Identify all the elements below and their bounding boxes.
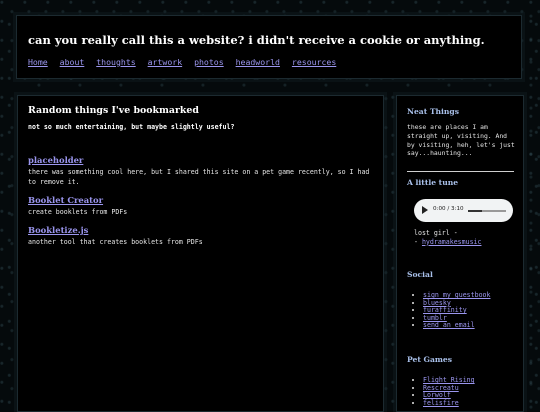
player-time: 0:00 / 3:10 bbox=[433, 206, 464, 212]
pet-games-heading: Pet Games bbox=[407, 355, 453, 364]
email-link[interactable]: send an email bbox=[423, 321, 475, 330]
nav-headworld[interactable]: headworld bbox=[236, 57, 280, 67]
felisfire-link[interactable]: felisfire bbox=[423, 399, 459, 407]
nav-home[interactable]: Home bbox=[28, 57, 48, 67]
social-links: sign my guestbook bluesky furaffinity tu… bbox=[407, 291, 491, 330]
song-credit: lost girl - - hydramakesmusic bbox=[414, 229, 482, 246]
site-title: can you really call this a website? i di… bbox=[28, 33, 485, 47]
list-item: felisfire bbox=[423, 399, 475, 408]
tune-heading: A little tune bbox=[407, 178, 459, 187]
bookmark-link[interactable]: Booklet Creator bbox=[28, 195, 373, 205]
nav-thoughts[interactable]: thoughts bbox=[96, 57, 135, 67]
play-icon[interactable] bbox=[422, 206, 428, 214]
volume-slider[interactable] bbox=[468, 210, 506, 212]
song-artist-link[interactable]: hydramakesmusic bbox=[422, 238, 482, 246]
main-nav: Home about thoughts artwork photos headw… bbox=[28, 57, 343, 67]
bookmark-entry: placeholder there was something cool her… bbox=[28, 155, 373, 187]
sidebar: Neat Things these are places I am straig… bbox=[396, 95, 524, 412]
nav-artwork[interactable]: artwork bbox=[148, 57, 183, 67]
nav-photos[interactable]: photos bbox=[194, 57, 224, 67]
page-subheading: not so much entertaining, but maybe slig… bbox=[28, 123, 235, 131]
pet-games-links: Flight Rising Rescreatu Lorwolf felisfir… bbox=[407, 376, 475, 408]
divider bbox=[407, 171, 514, 172]
nav-resources[interactable]: resources bbox=[292, 57, 336, 67]
neat-things-heading: Neat Things bbox=[407, 107, 460, 116]
neat-things-text: these are places I am straight up, visit… bbox=[407, 123, 515, 158]
bookmark-entry: Bookletize.js another tool that creates … bbox=[28, 225, 373, 247]
list-item: send an email bbox=[423, 322, 491, 330]
song-title: lost girl - bbox=[414, 229, 458, 237]
nav-about[interactable]: about bbox=[60, 57, 85, 67]
bookmark-link[interactable]: placeholder bbox=[28, 155, 373, 165]
bookmark-description: create booklets from PDFs bbox=[28, 208, 128, 216]
main-content: Random things I've bookmarked not so muc… bbox=[17, 95, 384, 412]
bookmark-link[interactable]: Bookletize.js bbox=[28, 225, 373, 235]
page-heading: Random things I've bookmarked bbox=[28, 105, 199, 116]
bookmark-entry: Booklet Creator create booklets from PDF… bbox=[28, 195, 373, 217]
social-heading: Social bbox=[407, 270, 433, 279]
bookmark-description: another tool that creates booklets from … bbox=[28, 238, 203, 246]
site-header: can you really call this a website? i di… bbox=[16, 15, 522, 79]
audio-player[interactable]: 0:00 / 3:10 bbox=[414, 199, 513, 222]
bookmark-description: there was something cool here, but I sha… bbox=[28, 168, 370, 186]
